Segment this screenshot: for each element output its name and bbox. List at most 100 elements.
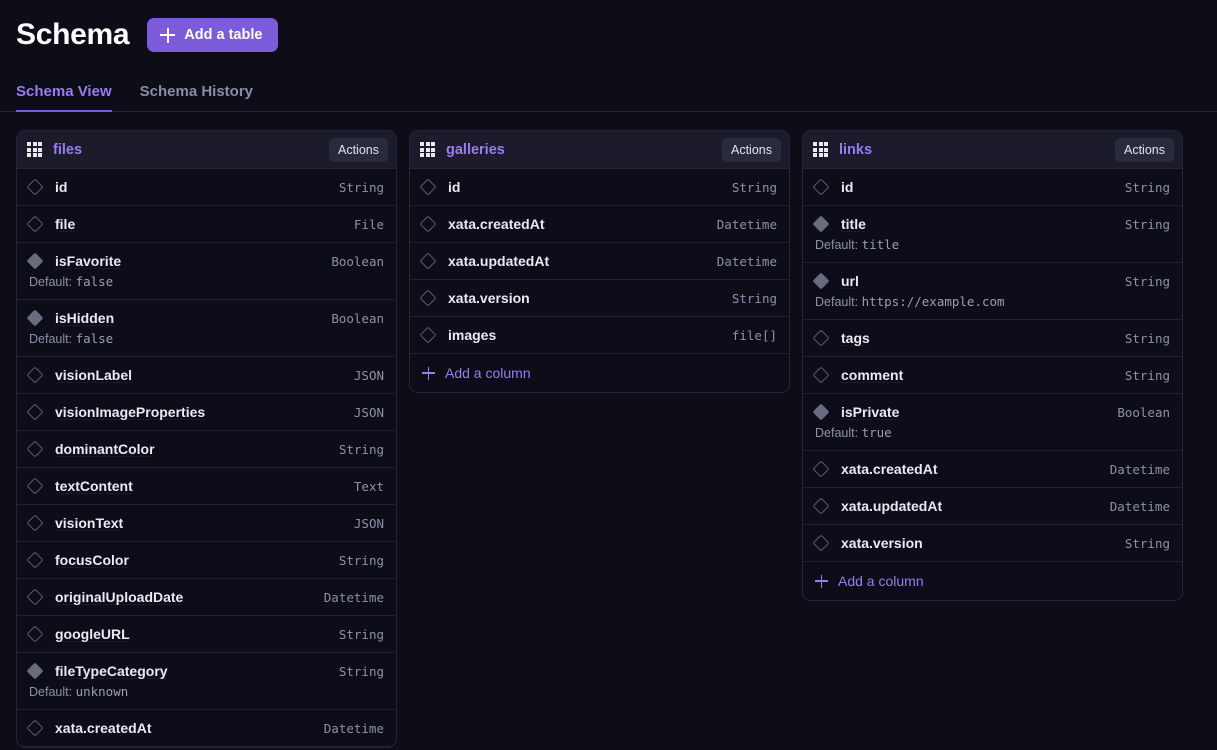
column-row[interactable]: xata.updatedAt Datetime — [410, 243, 789, 280]
column-default-label: Default: — [29, 685, 73, 699]
column-row[interactable]: comment String — [803, 357, 1182, 394]
column-name[interactable]: dominantColor — [55, 441, 329, 457]
column-row-main: comment String — [812, 366, 1170, 384]
column-name[interactable]: visionLabel — [55, 367, 344, 383]
column-row[interactable]: xata.createdAt Datetime — [803, 451, 1182, 488]
column-type: String — [1124, 330, 1170, 346]
table-name[interactable]: links — [839, 142, 1115, 158]
diamond-outline-icon — [419, 215, 437, 233]
column-row[interactable]: fileTypeCategory String Default: unknown — [17, 653, 396, 710]
diamond-outline-icon — [26, 440, 44, 458]
page-header: Schema Add a table — [0, 0, 1217, 56]
column-row[interactable]: tags String — [803, 320, 1182, 357]
add-column-button[interactable]: Add a column — [410, 354, 789, 392]
table-name[interactable]: files — [53, 142, 329, 158]
column-row[interactable]: isHidden Boolean Default: false — [17, 300, 396, 357]
column-row[interactable]: focusColor String — [17, 542, 396, 579]
column-row[interactable]: textContent Text — [17, 468, 396, 505]
column-row[interactable]: xata.version String — [803, 525, 1182, 562]
column-row[interactable]: xata.createdAt Datetime — [410, 206, 789, 243]
column-row[interactable]: url String Default: https://example.com — [803, 263, 1182, 320]
column-row-main: id String — [812, 178, 1170, 196]
table-card-galleries: galleries Actions id String xata.createdAt Da… — [409, 130, 790, 393]
column-default: Default: https://example.com — [815, 294, 1170, 309]
plus-icon — [815, 574, 828, 588]
column-row[interactable]: visionImageProperties JSON — [17, 394, 396, 431]
add-column-button[interactable]: Add a column — [803, 562, 1182, 600]
column-name[interactable]: visionImageProperties — [55, 404, 344, 420]
column-name: id — [55, 179, 68, 195]
column-row[interactable]: id String — [410, 169, 789, 206]
diamond-outline-icon — [812, 534, 830, 552]
table-card-header: galleries Actions — [410, 131, 789, 169]
plus-icon — [422, 366, 435, 380]
add-table-button[interactable]: Add a table — [147, 18, 279, 52]
column-row-main: isPrivate Boolean — [812, 403, 1170, 421]
column-row[interactable]: xata.version String — [410, 280, 789, 317]
column-name[interactable]: fileTypeCategory — [55, 663, 329, 679]
column-name: id — [448, 179, 461, 195]
diamond-outline-icon — [419, 326, 437, 344]
diamond-outline-icon — [26, 178, 44, 196]
diamond-outline-icon — [26, 625, 44, 643]
table-card-files: files Actions id String file File isFavorite Bo… — [16, 130, 397, 748]
column-type: Boolean — [1117, 404, 1170, 420]
column-row[interactable]: dominantColor String — [17, 431, 396, 468]
column-type: String — [1124, 216, 1170, 232]
table-actions-button[interactable]: Actions — [1115, 137, 1174, 162]
column-default-value: title — [861, 237, 900, 252]
column-name[interactable]: focusColor — [55, 552, 329, 568]
table-name[interactable]: galleries — [446, 142, 722, 158]
column-row-main: url String — [812, 272, 1170, 290]
column-type: String — [1124, 367, 1170, 383]
column-row-main: xata.createdAt Datetime — [812, 460, 1170, 478]
table-card-links: links Actions id String title String Default: … — [802, 130, 1183, 601]
column-row-main: xata.version String — [812, 534, 1170, 552]
tab-schema-history[interactable]: Schema History — [126, 83, 267, 111]
column-row[interactable]: isFavorite Boolean Default: false — [17, 243, 396, 300]
column-type: Datetime — [1109, 461, 1170, 477]
diamond-filled-icon — [812, 215, 830, 233]
table-actions-button[interactable]: Actions — [329, 137, 388, 162]
column-name: xata.createdAt — [841, 461, 938, 477]
column-name[interactable]: file — [55, 216, 344, 232]
column-row[interactable]: visionText JSON — [17, 505, 396, 542]
column-name[interactable]: isFavorite — [55, 253, 321, 269]
column-name: xata.updatedAt — [841, 498, 943, 514]
column-row[interactable]: id String — [17, 169, 396, 206]
column-name[interactable]: originalUploadDate — [55, 589, 314, 605]
column-row[interactable]: visionLabel JSON — [17, 357, 396, 394]
table-card-header: links Actions — [803, 131, 1182, 169]
table-actions-button[interactable]: Actions — [722, 137, 781, 162]
schema-board: files Actions id String file File isFavorite Bo… — [0, 112, 1217, 748]
column-row[interactable]: file File — [17, 206, 396, 243]
diamond-outline-icon — [812, 460, 830, 478]
column-default-value: https://example.com — [861, 294, 1005, 309]
column-type: String — [1124, 273, 1170, 289]
column-row[interactable]: xata.createdAt Datetime — [17, 710, 396, 747]
diamond-filled-icon — [26, 309, 44, 327]
column-name[interactable]: images — [448, 327, 722, 343]
column-name[interactable]: visionText — [55, 515, 344, 531]
column-row[interactable]: isPrivate Boolean Default: true — [803, 394, 1182, 451]
column-name[interactable]: comment — [841, 367, 1115, 383]
column-name[interactable]: title — [841, 216, 1115, 232]
column-name: xata.updatedAt — [448, 253, 550, 269]
column-type: JSON — [353, 367, 384, 383]
column-row[interactable]: xata.updatedAt Datetime — [803, 488, 1182, 525]
column-name[interactable]: textContent — [55, 478, 344, 494]
column-name[interactable]: tags — [841, 330, 1115, 346]
column-name[interactable]: isHidden — [55, 310, 321, 326]
column-row-main: visionLabel JSON — [26, 366, 384, 384]
column-row[interactable]: images file[] — [410, 317, 789, 354]
column-type: String — [731, 179, 777, 195]
column-default-value: false — [75, 331, 114, 346]
column-name[interactable]: isPrivate — [841, 404, 1107, 420]
tab-schema-view[interactable]: Schema View — [16, 83, 126, 112]
column-row[interactable]: id String — [803, 169, 1182, 206]
column-row[interactable]: googleURL String — [17, 616, 396, 653]
column-row[interactable]: title String Default: title — [803, 206, 1182, 263]
column-row[interactable]: originalUploadDate Datetime — [17, 579, 396, 616]
column-name[interactable]: url — [841, 273, 1115, 289]
column-name[interactable]: googleURL — [55, 626, 329, 642]
